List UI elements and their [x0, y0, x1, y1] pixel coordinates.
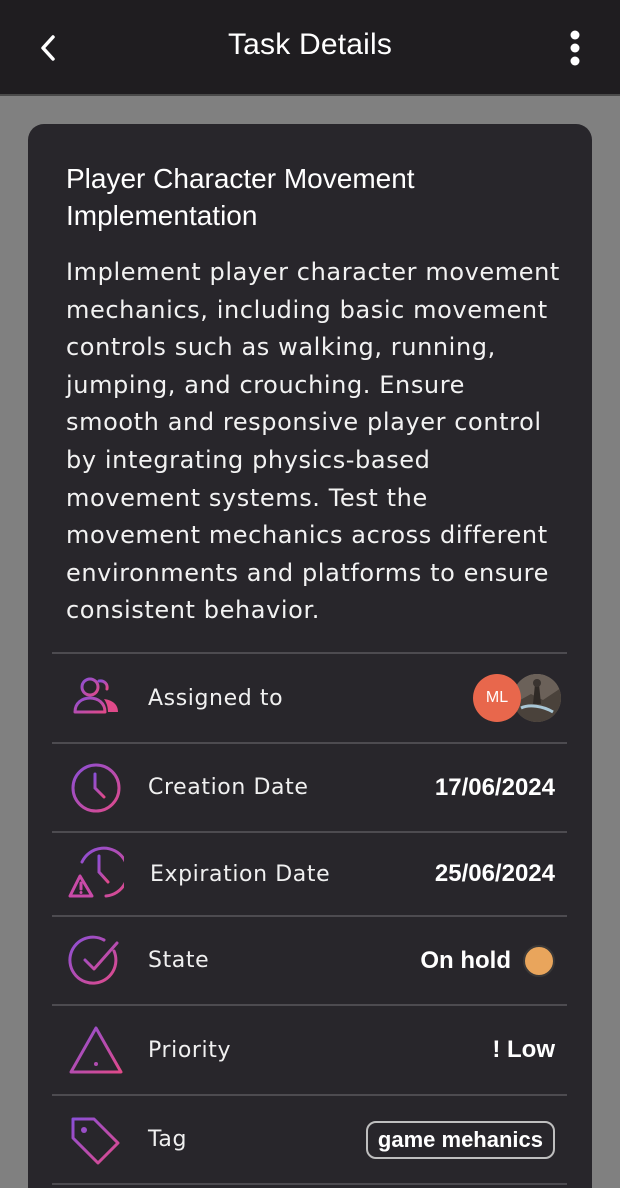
divider — [52, 1183, 567, 1188]
check-circle-icon — [68, 935, 119, 985]
priority-row[interactable]: Priority ! Low — [52, 1004, 567, 1094]
app-bar: Task Details — [0, 0, 620, 96]
users-icon — [73, 677, 118, 714]
tag-chip[interactable]: game mehanics — [365, 1120, 555, 1159]
priority-label: Priority — [148, 1037, 232, 1063]
tag-row[interactable]: Tag game mehanics — [52, 1094, 567, 1183]
clock-alert-icon — [68, 846, 124, 898]
expiration-date-value: 25/06/2024 — [434, 860, 555, 887]
tag-label: Tag — [148, 1127, 188, 1152]
task-title: Player Character Movement Implementation — [66, 163, 415, 231]
warning-triangle-icon — [69, 1026, 123, 1074]
creation-date-row: Creation Date 17/06/2024 — [52, 742, 567, 831]
state-label: State — [148, 948, 210, 973]
creation-date-value: 17/06/2024 — [434, 773, 555, 801]
avatar[interactable]: ML — [473, 674, 521, 722]
state-row[interactable]: State On hold — [52, 915, 567, 1004]
task-details-list: Assigned to ML Creation Date 17/06/2024 … — [52, 652, 567, 1188]
status-indicator — [523, 944, 555, 977]
assignee-avatars[interactable]: ML — [473, 674, 563, 722]
assigned-label: Assigned to — [148, 685, 284, 711]
assigned-row[interactable]: Assigned to ML — [52, 652, 567, 742]
more-vertical-icon — [570, 30, 580, 66]
expiration-date-row: Expiration Date 25/06/2024 — [52, 831, 567, 915]
clock-icon — [71, 763, 121, 812]
creation-date-label: Creation Date — [148, 775, 309, 800]
expiration-date-label: Expiration Date — [150, 861, 331, 887]
task-card: Player Character Movement Implementation… — [28, 124, 592, 1188]
priority-value: ! Low — [492, 1036, 555, 1063]
page-title: Task Details — [227, 28, 393, 61]
more-options-button[interactable] — [558, 28, 592, 68]
state-value: On hold — [420, 946, 511, 974]
tag-icon — [71, 1117, 120, 1164]
task-description: Implement player character movement mech… — [66, 258, 560, 625]
